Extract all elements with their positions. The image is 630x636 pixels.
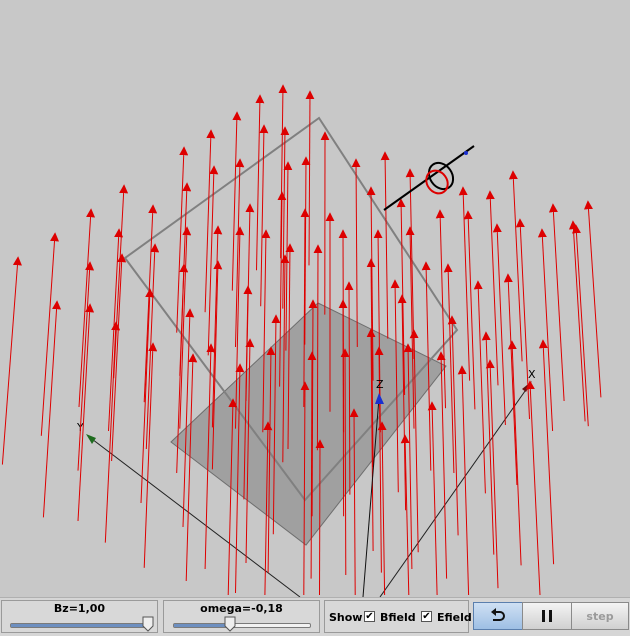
- bfield-arrow: [468, 212, 475, 409]
- bz-slider-track[interactable]: [10, 623, 148, 628]
- reset-icon: [489, 608, 507, 624]
- rotation-axis-end: [464, 151, 468, 155]
- 3d-view[interactable]: Y X Z: [0, 0, 630, 597]
- bfield-arrow: [114, 186, 124, 378]
- bfield-arrow: [508, 275, 517, 485]
- bfield-arrow: [79, 210, 91, 407]
- bfield-arrow: [286, 163, 288, 351]
- bz-label: Bz=1,00: [2, 602, 157, 615]
- efield-checkbox[interactable]: ✔: [421, 611, 432, 622]
- bfield-arrow: [512, 342, 521, 565]
- bfield-arrow: [513, 172, 522, 361]
- pause-button[interactable]: [522, 602, 572, 630]
- bfield-arrow: [462, 367, 469, 595]
- bfield-arrow: [261, 126, 264, 306]
- efield-label[interactable]: Efield: [437, 611, 472, 624]
- bfield-arrow: [576, 226, 588, 426]
- omega-slider-thumb[interactable]: [224, 616, 236, 632]
- bfield-arrow: [382, 423, 385, 595]
- bfield-arrow: [317, 246, 318, 450]
- bfield-arrow: [78, 305, 90, 521]
- bz-slider-fill: [11, 624, 149, 627]
- omega-slider-track[interactable]: [173, 623, 311, 628]
- bfield-arrow: [112, 255, 122, 461]
- bfield-arrow: [553, 205, 564, 401]
- bfield-arrow: [257, 96, 261, 270]
- bz-slider-thumb[interactable]: [142, 616, 154, 632]
- axis-z-label: Z: [376, 378, 384, 391]
- bfield-arrow: [497, 225, 505, 425]
- bfield-arrow: [320, 441, 321, 595]
- bfield-arrow: [212, 227, 218, 427]
- bfield-arrow: [41, 234, 55, 436]
- control-bar: Bz=1,00 omega=-0,18 Show ✔ Bfield ✔ Efie…: [0, 597, 630, 636]
- show-panel: Show ✔ Bfield ✔ Efield: [324, 600, 469, 633]
- bfield-arrow: [232, 113, 237, 291]
- bfield-arrow: [343, 301, 344, 516]
- bfield-arrow: [573, 222, 585, 421]
- bfield-arrow: [588, 202, 601, 397]
- bfield-arrow: [105, 323, 116, 543]
- omega-slider-fill: [174, 624, 231, 627]
- bfield-label[interactable]: Bfield: [380, 611, 416, 624]
- bz-slider-panel: Bz=1,00: [1, 600, 158, 633]
- bfield-arrow: [2, 258, 18, 465]
- bfield-arrow: [180, 228, 187, 429]
- step-button[interactable]: step: [571, 602, 629, 630]
- bfield-checkbox[interactable]: ✔: [364, 611, 375, 622]
- reset-button[interactable]: [473, 602, 523, 630]
- bfield-arrow: [441, 353, 447, 579]
- bfield-arrow: [478, 282, 485, 493]
- bfield-arrow: [43, 302, 57, 517]
- show-label: Show: [329, 611, 362, 624]
- omega-label: omega=-0,18: [164, 602, 319, 615]
- bfield-arrow: [530, 382, 540, 595]
- bfield-arrow: [490, 192, 498, 385]
- axis-y-tip: [86, 434, 96, 444]
- pause-icon: [541, 609, 553, 623]
- bfield-arrow: [543, 341, 554, 564]
- bfield-arrow: [542, 230, 553, 431]
- omega-slider-panel: omega=-0,18: [163, 600, 320, 633]
- axis-x-label: X: [528, 368, 536, 381]
- bfield-arrow: [405, 436, 409, 595]
- bfield-arrow: [78, 263, 90, 471]
- bfield-arrow: [385, 153, 388, 339]
- omega-ring-red: [422, 166, 452, 197]
- bfield-arrow: [432, 403, 437, 595]
- bfield-arrow: [356, 160, 357, 347]
- bfield-arrow: [109, 230, 120, 431]
- step-label: step: [586, 610, 613, 623]
- scene-canvas[interactable]: Y X Z: [0, 0, 630, 597]
- bfield-arrow: [309, 92, 310, 265]
